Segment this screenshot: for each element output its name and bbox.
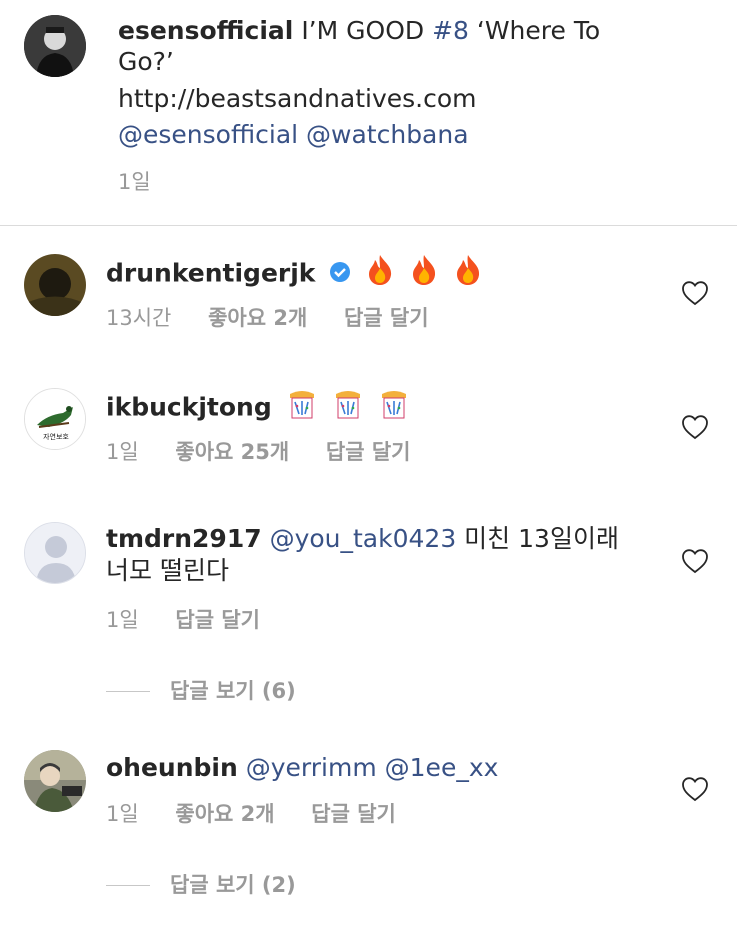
reply-button[interactable]: 답글 달기 xyxy=(326,440,411,464)
comment-username[interactable]: oheunbin xyxy=(106,753,238,782)
caption-text-end: ‘Where To xyxy=(468,16,601,45)
party-popper-icon xyxy=(286,388,318,429)
heart-icon[interactable] xyxy=(681,776,709,802)
likes-count[interactable]: 좋아요 2개 xyxy=(175,802,274,826)
heart-icon[interactable] xyxy=(681,280,709,306)
mention-link[interactable]: @watchbana xyxy=(306,120,469,149)
likes-count[interactable]: 좋아요 25개 xyxy=(175,440,289,464)
comment-time: 1일 xyxy=(106,608,139,632)
avatar-oheunbin[interactable] xyxy=(24,750,86,812)
replies-divider xyxy=(106,691,150,692)
avatar-esensofficial[interactable] xyxy=(24,15,86,77)
mention-link[interactable]: @yerrimm xyxy=(246,753,377,782)
reply-button[interactable]: 답글 달기 xyxy=(344,306,429,330)
comment-time: 1일 xyxy=(106,440,139,464)
party-popper-icon xyxy=(332,388,364,429)
avatar-caption: 자연보호 xyxy=(43,433,69,441)
avatar-tmdrn2917[interactable] xyxy=(24,522,86,584)
avatar-drunkentigerjk[interactable] xyxy=(24,254,86,316)
fire-icon xyxy=(409,254,439,295)
comment-text: 미친 13일이래 xyxy=(456,524,619,553)
verified-badge-icon xyxy=(329,258,351,292)
comment-username[interactable]: drunkentigerjk xyxy=(106,259,315,288)
view-replies-button[interactable]: 답글 보기 (6) xyxy=(170,677,296,705)
replies-divider xyxy=(106,885,150,886)
caption-text-line2: Go?’ xyxy=(118,47,174,76)
post-time: 1일 xyxy=(118,170,151,194)
avatar-ikbuckjtong[interactable]: 자연보호 xyxy=(24,388,86,450)
reply-button[interactable]: 답글 달기 xyxy=(311,802,396,826)
mention-link[interactable]: @esensofficial xyxy=(118,120,298,149)
mention-link[interactable]: @1ee_xx xyxy=(385,753,499,782)
heart-icon[interactable] xyxy=(681,414,709,440)
view-replies-button[interactable]: 답글 보기 (2) xyxy=(170,871,296,899)
fire-icon xyxy=(365,254,395,295)
comment-time: 13시간 xyxy=(106,306,172,330)
reply-button[interactable]: 답글 달기 xyxy=(175,608,260,632)
comment-username[interactable]: ikbuckjtong xyxy=(106,393,272,422)
likes-count[interactable]: 좋아요 2개 xyxy=(208,306,307,330)
heart-icon[interactable] xyxy=(681,548,709,574)
post-username[interactable]: esensofficial xyxy=(118,16,293,45)
party-popper-icon xyxy=(378,388,410,429)
fire-icon xyxy=(453,254,483,295)
comment-time: 1일 xyxy=(106,802,139,826)
hashtag-link[interactable]: #8 xyxy=(432,16,469,45)
mention-link[interactable]: @you_tak0423 xyxy=(270,524,457,553)
comment-text-line2: 너모 떨린다 xyxy=(106,556,229,585)
divider xyxy=(0,225,737,226)
caption-text: I’M GOOD xyxy=(301,16,433,45)
comment-username[interactable]: tmdrn2917 xyxy=(106,524,262,553)
caption-link[interactable]: http://beastsandnatives.com xyxy=(118,82,477,116)
